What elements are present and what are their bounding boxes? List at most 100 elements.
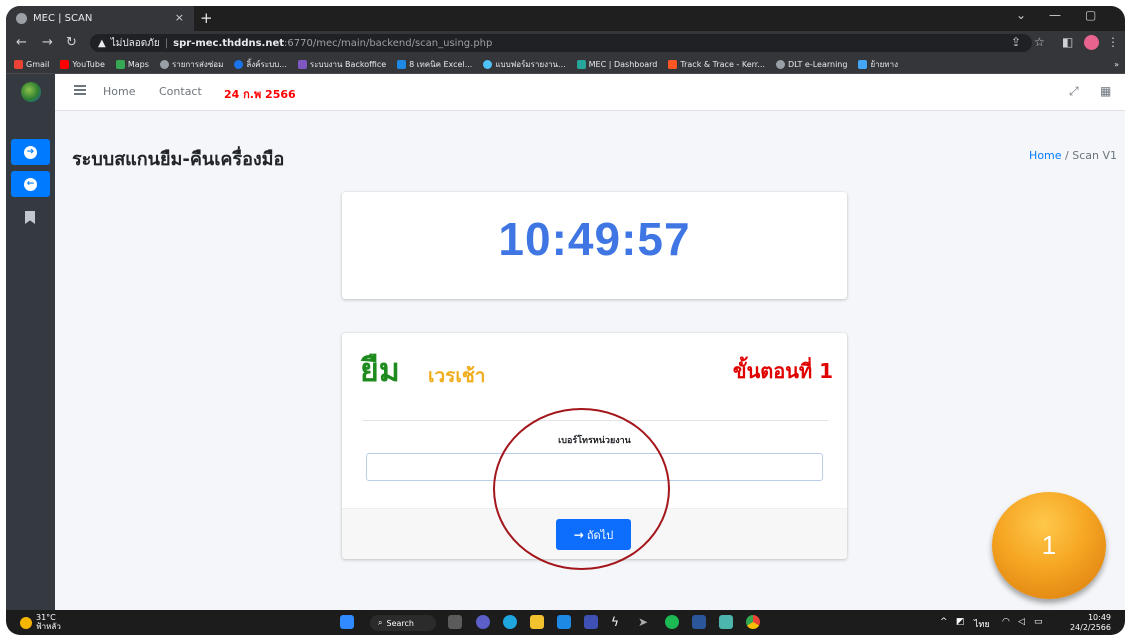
bookmark-label: ลิ้งค์ระบบ... <box>246 59 287 69</box>
menu-kebab-icon[interactable]: ⋮ <box>1107 35 1119 49</box>
bookmark-item[interactable]: DLT e-Learning <box>775 59 848 69</box>
bookmark-label: แบบฟอร์มรายงาน... <box>495 59 566 69</box>
bookmark-item[interactable]: รายการส่งซ่อม <box>159 58 224 71</box>
app-logo[interactable] <box>21 82 41 102</box>
bookmark-icon <box>483 59 493 69</box>
return-scan-button[interactable]: ← <box>11 171 50 197</box>
share-icon[interactable]: ⇪ <box>1011 35 1021 49</box>
bookmark-item[interactable]: Maps <box>115 59 149 69</box>
bookmark-label: DLT e-Learning <box>787 59 848 69</box>
bookmark-icon <box>576 59 586 69</box>
page-title: ระบบสแกนยืม-คืนเครื่องมือ <box>72 149 285 170</box>
nav-date: 24 ก.พ 2566 <box>224 88 296 101</box>
bookmark-label: Track & Trace - Kerr... <box>680 59 765 69</box>
bookmarks-overflow-icon[interactable]: » <box>1114 60 1119 69</box>
forward-arrow-icon[interactable]: → <box>42 35 53 50</box>
lightning-app-icon[interactable]: ϟ <box>611 615 625 629</box>
taskbar-date: 24/2/2566 <box>1069 623 1111 632</box>
nav-contact-link[interactable]: Contact <box>159 85 202 98</box>
tab-favicon-icon <box>16 13 27 24</box>
profile-avatar[interactable] <box>1084 35 1099 50</box>
battery-icon[interactable]: ▭ <box>1034 617 1043 627</box>
bookmark-icon <box>775 59 785 69</box>
bookmark-label: รายการส่งซ่อม <box>171 59 224 69</box>
chrome-icon[interactable] <box>746 615 760 629</box>
taskbar-search[interactable]: ⌕ Search <box>370 615 436 631</box>
address-bar[interactable]: ▲ ไม่ปลอดภัย | spr-mec.thddns.net :6770/… <box>90 34 1032 52</box>
file-explorer-icon[interactable] <box>530 615 544 629</box>
bookmark-item[interactable]: แบบฟอร์มรายงาน... <box>483 58 566 71</box>
grid-apps-icon[interactable]: ▦ <box>1100 84 1111 98</box>
chat-icon[interactable] <box>476 615 490 629</box>
new-tab-button[interactable]: + <box>200 9 213 27</box>
bookmark-item[interactable]: ระบบงาน Backoffice <box>297 58 387 71</box>
bookmark-icon <box>668 59 678 69</box>
browser-toolbar: ← → ↻ ▲ ไม่ปลอดภัย | spr-mec.thddns.net … <box>6 31 1125 55</box>
windows-taskbar: 31°C ฟ้าหลัว ⌕ Search ϟ ➤ ^ ◩ ไทย ◠ ◁ ▭ 1… <box>6 610 1125 635</box>
speaker-icon[interactable]: ◁ <box>1018 617 1025 627</box>
borrow-scan-button[interactable]: ➔ <box>11 139 50 165</box>
star-bookmark-icon[interactable]: ☆ <box>1034 35 1045 49</box>
top-navbar: Home Contact 24 ก.พ 2566 ⤢ ▦ <box>55 74 1125 111</box>
tray-chevron-icon[interactable]: ^ <box>940 617 948 627</box>
highlight-ellipse <box>493 408 670 570</box>
breadcrumb-separator: / <box>1061 149 1073 162</box>
fullscreen-icon[interactable]: ⤢ <box>1069 84 1079 99</box>
bookmark-icon <box>297 59 307 69</box>
tray-app-icon[interactable]: ◩ <box>956 617 965 627</box>
bookmark-icon <box>115 59 125 69</box>
windows-start-icon[interactable] <box>340 615 354 629</box>
edge-icon[interactable] <box>503 615 517 629</box>
browser-tab[interactable]: MEC | SCAN × <box>6 6 194 31</box>
digital-clock: 10:49:57 <box>498 213 691 265</box>
browser-tab-strip: MEC | SCAN × + ⌄ — ▢ <box>6 6 1125 31</box>
bookmark-label: Maps <box>127 59 149 69</box>
bookmarks-bar: Gmail YouTube Maps รายการส่งซ่อม ลิ้งค์ร… <box>6 55 1125 74</box>
sidebar: ➔ ← <box>6 74 55 610</box>
reload-icon[interactable]: ↻ <box>66 35 77 50</box>
weather-condition: ฟ้าหลัว <box>36 622 61 631</box>
cursor-app-icon[interactable]: ➤ <box>638 615 652 629</box>
bookmark-item[interactable]: 8 เทคนิค Excel... <box>397 58 472 71</box>
minimize-icon[interactable]: — <box>1049 8 1061 22</box>
task-view-icon[interactable] <box>448 615 462 629</box>
bookmark-item[interactable]: Gmail <box>14 59 49 69</box>
side-panel-icon[interactable]: ◧ <box>1062 35 1073 49</box>
app-icon[interactable] <box>584 615 598 629</box>
bookmark-item[interactable]: ย้ายทาง <box>858 58 898 71</box>
screenshot-frame: MEC | SCAN × + ⌄ — ▢ ← → ↻ ▲ ไม่ปลอดภัย … <box>0 0 1131 641</box>
tab-search-chevron-icon[interactable]: ⌄ <box>1016 8 1026 22</box>
language-indicator[interactable]: ไทย <box>974 617 990 631</box>
bookmark-item[interactable]: ลิ้งค์ระบบ... <box>234 58 287 71</box>
back-arrow-icon[interactable]: ← <box>16 35 27 50</box>
photos-icon[interactable] <box>719 615 733 629</box>
bookmark-item[interactable]: Track & Trace - Kerr... <box>668 59 765 69</box>
weather-widget[interactable]: 31°C ฟ้าหลัว <box>20 613 61 631</box>
hamburger-menu-icon[interactable] <box>74 85 86 95</box>
bookmark-label: ระบบงาน Backoffice <box>309 59 387 69</box>
bookmark-item[interactable]: MEC | Dashboard <box>576 59 658 69</box>
bookmark-icon[interactable] <box>25 211 35 224</box>
taskbar-clock[interactable]: 10:49 24/2/2566 <box>1070 613 1111 633</box>
bookmark-label: YouTube <box>72 59 105 69</box>
warning-icon[interactable]: ▲ <box>98 38 106 49</box>
bookmark-icon <box>858 59 868 69</box>
bookmark-item[interactable]: YouTube <box>60 59 105 69</box>
screen: MEC | SCAN × + ⌄ — ▢ ← → ↻ ▲ ไม่ปลอดภัย … <box>6 6 1125 635</box>
spotify-icon[interactable] <box>665 615 679 629</box>
bookmark-label: ย้ายทาง <box>870 59 898 69</box>
tab-close-icon[interactable]: × <box>175 11 184 24</box>
bookmark-icon <box>14 59 23 69</box>
tab-title: MEC | SCAN <box>33 13 93 24</box>
nav-home-link[interactable]: Home <box>103 85 135 98</box>
store-icon[interactable] <box>557 615 571 629</box>
arrow-right-circle-icon: ➔ <box>24 145 37 159</box>
breadcrumb-home-link[interactable]: Home <box>1029 149 1061 162</box>
maximize-icon[interactable]: ▢ <box>1085 8 1096 22</box>
bookmark-label: MEC | Dashboard <box>588 59 658 69</box>
wifi-icon[interactable]: ◠ <box>1002 617 1010 627</box>
shift-label: เวรเช้า <box>428 365 486 387</box>
word-icon[interactable] <box>692 615 706 629</box>
step-indicator: ขั้นตอนที่ 1 <box>732 359 833 383</box>
taskbar-search-label: Search <box>386 618 414 628</box>
